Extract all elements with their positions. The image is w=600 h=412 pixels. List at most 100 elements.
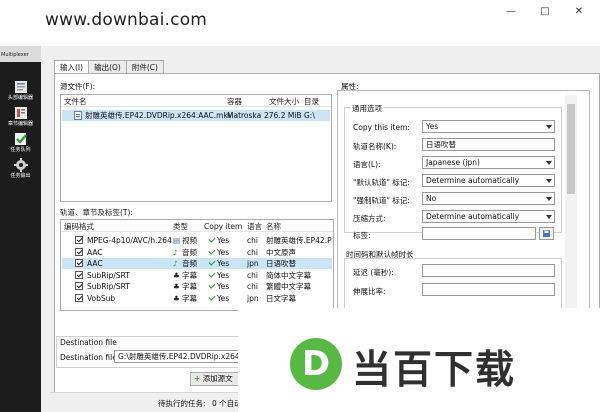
track-language: jpn [247, 259, 259, 268]
track-name-label: 轨道名称(K): [353, 142, 397, 151]
track-name: 日语吹替 [266, 259, 296, 268]
add-source-label: 添加源文 [202, 374, 233, 383]
copy-item-select[interactable]: Yes [422, 120, 555, 133]
close-button[interactable]: ✕ [562, 6, 596, 20]
sidebar-item-chapter-editor[interactable]: 章节编辑器 [0, 106, 41, 127]
column-header[interactable]: 文件大小 [269, 96, 299, 107]
track-row[interactable]: MPEG-4p10/AVC/h.264 ▤ 视频 Yes chi 射雕英雄传.EP42.P… [62, 235, 332, 246]
destination-input[interactable]: G:\射雕英雄传.EP42.DVDRip.x264.A [114, 350, 240, 363]
tracks-header: 编码格式 类型 Copy item 语言 名称 [61, 221, 333, 232]
maximize-button[interactable]: □ [528, 6, 562, 20]
copy-check-icon [207, 282, 215, 290]
delay-input[interactable] [422, 264, 555, 277]
forced-track-select[interactable]: No [422, 192, 555, 205]
track-name-input[interactable]: 日语吹替 [422, 138, 555, 151]
file-name: 射雕英雄传.EP42.DVDRip.x264.AAC.mkv [85, 111, 233, 120]
file-size: 276.2 MiB [264, 111, 302, 120]
compression-label: 压缩方式: [353, 214, 386, 223]
track-row[interactable]: SubRip/SRT ♣ 字幕 Yes chi 简体中文字幕 [62, 270, 332, 281]
track-codec: AAC [87, 247, 103, 257]
properties-scrollbar-thumb[interactable] [567, 104, 575, 194]
track-copy: Yes [217, 247, 230, 257]
track-row[interactable]: SubRip/SRT ♣ 字幕 Yes chi 繁體中文字幕 [62, 281, 332, 292]
header-editor-icon [14, 81, 27, 93]
file-container: Matroska [227, 111, 262, 120]
track-row[interactable]: AAC ♪ 音频 Yes jpn 日语吹替 [62, 258, 332, 269]
track-name: 射雕英雄传.EP42.Port [266, 236, 332, 245]
default-track-value: Determine automatically [426, 176, 520, 185]
column-header[interactable]: 类型 [173, 221, 188, 232]
track-row[interactable]: VobSub ♣ 字幕 Yes jpn 日文字幕 [62, 293, 332, 304]
track-type-icon: ♪ [173, 259, 178, 268]
track-copy: Yes [217, 282, 230, 291]
chevron-down-icon [546, 161, 552, 165]
column-header[interactable]: 目录 [304, 96, 319, 107]
stretch-input[interactable] [422, 283, 555, 296]
track-type: 音频 [182, 247, 197, 257]
column-header[interactable]: 名称 [266, 221, 281, 232]
track-type-icon: ▤ [173, 236, 181, 245]
track-codec: VobSub [87, 293, 116, 303]
sidebar-item-label: Multiplexer [1, 52, 29, 58]
tab-output[interactable]: 输出(O) [88, 60, 127, 74]
track-checkbox[interactable] [75, 236, 83, 244]
track-checkbox[interactable] [75, 270, 83, 279]
track-type-icon: ♣ [173, 270, 180, 280]
track-checkbox[interactable] [75, 282, 83, 290]
track-type: 字幕 [182, 282, 197, 291]
language-select[interactable]: Japanese (jpn) [422, 156, 555, 169]
brand-logo-mark: D [290, 338, 342, 390]
copy-check-icon [207, 294, 215, 302]
watermark-text: www.downbai.com [45, 10, 208, 30]
file-dir: G:\ [304, 111, 315, 120]
language-value: Japanese (jpn) [426, 158, 480, 167]
column-header[interactable]: Copy item [204, 221, 242, 232]
tracks-list[interactable]: 编码格式 类型 Copy item 语言 名称 MPEG-4p10/AVC/h.… [60, 219, 334, 311]
sidebar: Multiplexer 头部编辑器 章节编辑器 任务队列 任务输出 [0, 0, 41, 412]
column-header[interactable]: 编码格式 [64, 221, 94, 232]
track-type: 音频 [182, 259, 197, 268]
minimize-button[interactable]: — [494, 6, 528, 20]
copy-check-icon [207, 248, 215, 256]
column-header[interactable]: 容器 [227, 96, 242, 107]
track-name: 繁體中文字幕 [266, 282, 311, 291]
tab-attachments[interactable]: 附件(C) [125, 60, 164, 74]
table-row[interactable]: 射雕英雄传.EP42.DVDRip.x264.AAC.mkv Matroska … [62, 110, 330, 121]
brand-logo-text: 当百下载 [352, 348, 517, 393]
brand-logo-letter: D [301, 344, 331, 384]
tags-label: 标签: [353, 231, 371, 240]
track-type-icon: ♪ [173, 247, 178, 257]
sidebar-item-job-output[interactable]: 任务输出 [0, 158, 41, 179]
column-header[interactable]: 语言 [247, 221, 262, 232]
tags-browse-button[interactable] [539, 227, 554, 240]
save-icon [543, 230, 550, 237]
destination-label: Destination file: [60, 353, 120, 362]
track-checkbox[interactable] [75, 259, 83, 267]
source-files-label: 源文件(F): [60, 82, 96, 91]
track-checkbox[interactable] [75, 293, 83, 302]
source-files-list[interactable]: 文件名 容器 文件大小 目录 射雕英雄传.EP42.DVDRip.x264.AA… [60, 94, 332, 202]
file-icon [74, 111, 82, 120]
destination-group-title: Destination file [60, 338, 117, 347]
track-language: jpn [247, 293, 259, 303]
window-controls: — □ ✕ [494, 6, 596, 20]
job-queue-icon [14, 133, 27, 145]
track-name: 中文原声 [266, 247, 296, 257]
copy-check-icon [207, 271, 215, 279]
sidebar-item-job-queue[interactable]: 任务队列 [0, 132, 41, 153]
sidebar-item-label: 任务队列 [10, 147, 31, 153]
track-row[interactable]: AAC ♪ 音频 Yes chi 中文原声 [62, 247, 332, 258]
compression-select[interactable]: Determine automatically [422, 210, 555, 223]
column-header[interactable]: 文件名 [64, 96, 87, 107]
copy-item-label: Copy this item: [353, 123, 410, 132]
track-checkbox[interactable] [75, 247, 83, 256]
sidebar-item-header-editor[interactable]: 头部编辑器 [0, 80, 41, 101]
general-options-title: 通用选项 [350, 103, 384, 114]
add-source-button[interactable]: + 添加源文 [190, 372, 242, 386]
track-codec: SubRip/SRT [87, 282, 130, 291]
tags-input[interactable] [422, 227, 536, 240]
default-track-select[interactable]: Determine automatically [422, 174, 555, 187]
properties-panel: 通用选项 Copy this item: Yes 轨道名称(K): 日语吹替 语… [337, 90, 590, 330]
tab-bar: 输入(I) 输出(O) 附件(C) [54, 60, 164, 75]
sidebar-item-multiplexer[interactable]: Multiplexer [0, 46, 41, 62]
